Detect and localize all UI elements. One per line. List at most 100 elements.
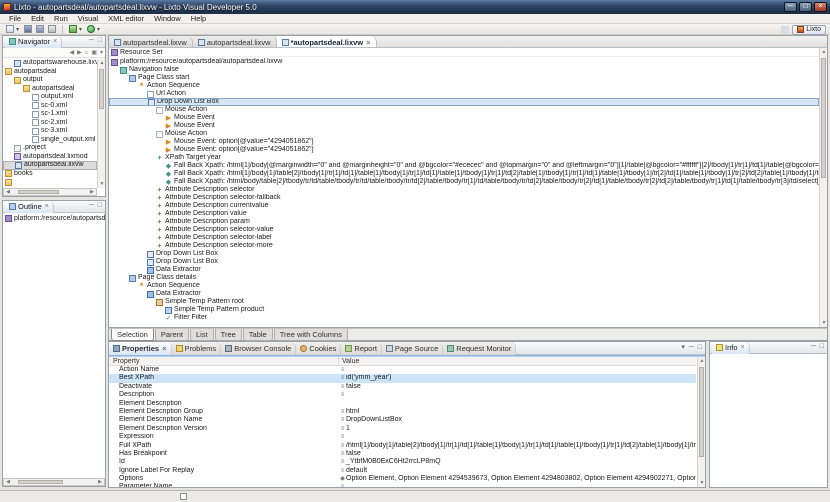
status-icon[interactable] bbox=[180, 493, 187, 500]
close-navigator-icon[interactable]: × bbox=[53, 38, 57, 45]
tree-item[interactable]: Mouse Event: option[@value="4294051862"] bbox=[109, 138, 819, 146]
tree-item[interactable]: Data Extractor bbox=[109, 266, 819, 274]
tab-cookies[interactable]: Cookies bbox=[296, 342, 341, 355]
tab-problems[interactable]: Problems bbox=[172, 342, 222, 355]
info-minmax-buttons[interactable]: ─ □ bbox=[811, 343, 825, 350]
column-header-value[interactable]: Value bbox=[339, 357, 696, 365]
back-icon[interactable]: ◀ bbox=[69, 49, 74, 56]
tree-item[interactable]: Mouse Event bbox=[109, 122, 819, 130]
verify-button[interactable] bbox=[69, 25, 77, 33]
property-row[interactable]: Description≡ bbox=[109, 391, 696, 399]
outline-minmax-buttons[interactable]: ─ □ bbox=[89, 202, 103, 209]
tree-item[interactable]: autopartsdeal.lixmod bbox=[3, 153, 97, 162]
page-tab-tree[interactable]: Tree bbox=[215, 329, 242, 341]
open-perspective-icon[interactable] bbox=[781, 26, 789, 34]
perspective-lixto-button[interactable]: Lixto bbox=[792, 25, 826, 35]
tree-item[interactable] bbox=[3, 178, 97, 187]
tab-properties[interactable]: Properties× bbox=[109, 342, 172, 355]
property-row[interactable]: Full XPath≡/html[1]/body[1]/table[2]/tbo… bbox=[109, 442, 696, 450]
menu-run[interactable]: Run bbox=[49, 14, 73, 23]
tree-item[interactable]: Attribute Description param bbox=[109, 218, 819, 226]
resource-set-row[interactable]: Resource Set bbox=[109, 48, 827, 57]
navigator-minmax-buttons[interactable]: ─ □ bbox=[89, 37, 103, 44]
tree-item[interactable]: .project bbox=[3, 144, 97, 153]
menu-visual[interactable]: Visual bbox=[73, 14, 103, 23]
close-info-icon[interactable]: × bbox=[741, 344, 745, 351]
tree-item[interactable]: Attribute Description currentvalue bbox=[109, 202, 819, 210]
tree-item[interactable]: Drop Down List Box bbox=[109, 258, 819, 266]
tree-item[interactable]: Mouse Event bbox=[109, 114, 819, 122]
tree-item[interactable]: Attribute Description selector-more bbox=[109, 242, 819, 250]
tree-item[interactable]: Page Class details bbox=[109, 274, 819, 282]
editor-vertical-scrollbar[interactable]: ▲▼ bbox=[819, 48, 827, 327]
property-row[interactable]: Action Name≡ bbox=[109, 366, 696, 374]
tree-item[interactable]: Attribute Description selector-fallback bbox=[109, 194, 819, 202]
view-menu-icon[interactable]: ▾ bbox=[100, 49, 103, 56]
tree-item[interactable]: autopartsdeal.lixvw bbox=[3, 161, 97, 170]
column-header-property[interactable]: Property bbox=[109, 357, 339, 365]
property-row[interactable]: Has Breakpoint≡false bbox=[109, 450, 696, 458]
tree-item[interactable]: Attribute Description value bbox=[109, 210, 819, 218]
tree-item[interactable]: platform:/resource/autopartsdeal/autopar… bbox=[109, 58, 819, 66]
page-tab-parent[interactable]: Parent bbox=[155, 329, 189, 341]
close-tab-icon[interactable]: × bbox=[162, 344, 166, 353]
tree-item[interactable]: Fall Back Xpath: /html[1]/body[1]/table[… bbox=[109, 170, 819, 178]
tab-browser-console[interactable]: Browser Console bbox=[221, 342, 296, 355]
property-row[interactable]: Element Description bbox=[109, 400, 696, 408]
tree-item[interactable]: sc-1.xml bbox=[3, 110, 97, 119]
tree-item[interactable]: Attribute Description selector-value bbox=[109, 226, 819, 234]
run-button[interactable] bbox=[87, 25, 95, 33]
tree-item[interactable]: Url Action bbox=[109, 90, 819, 98]
print-button[interactable] bbox=[48, 25, 56, 33]
page-tab-list[interactable]: List bbox=[190, 329, 214, 341]
property-row[interactable]: Ignore Label For Replay≡default bbox=[109, 467, 696, 475]
close-tab-icon[interactable]: × bbox=[366, 38, 370, 47]
tree-item[interactable]: Simple Temp Pattern root bbox=[109, 298, 819, 306]
outline-root-item[interactable]: platform:/resource/autopartsdeal/a bbox=[3, 214, 105, 223]
run-dropdown-icon[interactable]: ▾ bbox=[97, 26, 100, 33]
forward-icon[interactable]: ▶ bbox=[77, 49, 82, 56]
tree-item[interactable]: Simple Temp Pattern product bbox=[109, 306, 819, 314]
tree-item[interactable]: Fall Back Xpath: /html[1]/body[@marginwi… bbox=[109, 162, 819, 170]
tree-item[interactable]: Attribute Description selector-label bbox=[109, 234, 819, 242]
tree-item[interactable]: Mouse Action bbox=[109, 130, 819, 138]
tab-report[interactable]: Report bbox=[341, 342, 382, 355]
properties-vertical-scrollbar[interactable]: ▲▼ bbox=[697, 357, 705, 487]
tree-item[interactable]: Data Extractor bbox=[109, 290, 819, 298]
menu-window[interactable]: Window bbox=[149, 14, 186, 23]
tree-item[interactable]: Filter Filter bbox=[109, 314, 819, 322]
property-row[interactable]: Id≡_YtbfM0B0ExC6Ht2rrcLP8mQ bbox=[109, 458, 696, 466]
property-row[interactable]: Element Description Group≡html bbox=[109, 408, 696, 416]
tree-item[interactable]: Page Class start bbox=[109, 74, 819, 82]
tree-item[interactable]: Navigation false bbox=[109, 66, 819, 74]
maximize-window-button[interactable]: □ bbox=[799, 2, 812, 12]
tree-item[interactable]: single_output.xml bbox=[3, 136, 97, 145]
menu-help[interactable]: Help bbox=[186, 14, 211, 23]
tree-item[interactable]: sc-3.xml bbox=[3, 127, 97, 136]
page-tab-table[interactable]: Table bbox=[243, 329, 273, 341]
tree-item[interactable]: Drop Down List Box bbox=[109, 250, 819, 258]
navigator-horizontal-scrollbar[interactable]: ◀▶ bbox=[3, 188, 97, 196]
tree-item[interactable]: autopartsdeal bbox=[3, 85, 97, 94]
close-window-button[interactable]: × bbox=[814, 2, 827, 12]
property-row[interactable]: Expression≡ bbox=[109, 433, 696, 441]
tree-item[interactable]: Drop Down List Box bbox=[109, 98, 819, 106]
menu-edit[interactable]: Edit bbox=[26, 14, 49, 23]
tree-item[interactable]: output.xml bbox=[3, 93, 97, 102]
property-row[interactable]: Options◆Option Element, Option Element 4… bbox=[109, 475, 696, 483]
tab-navigator[interactable]: Navigator × bbox=[5, 36, 62, 48]
new-wizard-button[interactable] bbox=[6, 25, 14, 33]
navigator-vertical-scrollbar[interactable]: ▲▼ bbox=[97, 59, 105, 188]
save-all-button[interactable] bbox=[36, 25, 44, 33]
property-row[interactable]: Deactivate≡false bbox=[109, 383, 696, 391]
tree-item[interactable]: autopartswarehouse.lixvw bbox=[3, 59, 97, 68]
property-row[interactable]: Best XPath≡id('ymm_year') bbox=[109, 374, 696, 382]
tree-item[interactable]: Mouse Action bbox=[109, 106, 819, 114]
save-button[interactable] bbox=[24, 25, 32, 33]
tree-item[interactable]: Fall Back Xpath: /html/body/table[2]/tbo… bbox=[109, 178, 819, 186]
page-tab-tree-with-columns[interactable]: Tree with Columns bbox=[274, 329, 348, 341]
tree-item[interactable]: Action Sequence bbox=[109, 282, 819, 290]
property-row[interactable]: Element Description Version≡1 bbox=[109, 425, 696, 433]
menu-xml-editor[interactable]: XML editor bbox=[103, 14, 149, 23]
tree-item[interactable]: XPath Target year bbox=[109, 154, 819, 162]
